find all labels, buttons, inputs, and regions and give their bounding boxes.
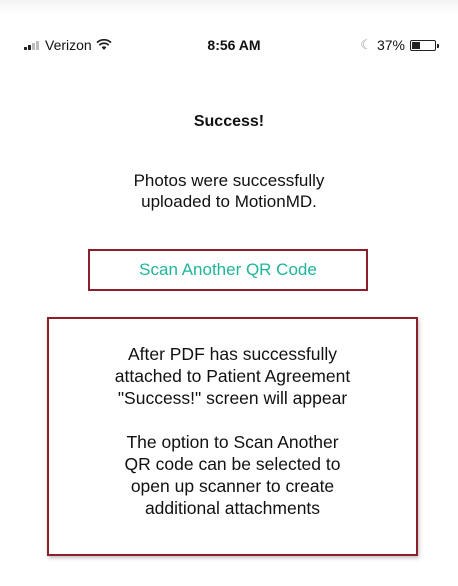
moon-icon: ☾ [360, 37, 372, 52]
annotation-line: additional attachments [144, 498, 321, 518]
success-message: Photos were successfully uploaded to Mot… [0, 170, 458, 212]
battery-fill [412, 41, 420, 49]
battery-cap [437, 43, 439, 48]
success-message-line: Photos were successfully [133, 171, 325, 190]
annotation-line: attached to Patient Agreement [114, 366, 351, 386]
status-right: ☾ 37% [360, 34, 439, 56]
battery-icon [410, 39, 439, 51]
top-edge [0, 0, 458, 14]
annotation-paragraph: After PDF has successfully attached to P… [49, 343, 416, 409]
annotation-line: "Success!" screen will appear [117, 388, 348, 408]
success-message-line: uploaded to MotionMD. [141, 192, 317, 211]
annotation-line: open up scanner to create [130, 476, 335, 496]
annotation-line: The option to Scan Another [126, 432, 339, 452]
scan-another-qr-code-button[interactable]: Scan Another QR Code [88, 249, 368, 291]
battery-percent: 37% [376, 37, 405, 53]
annotation-line: QR code can be selected to [124, 454, 341, 474]
page-title: Success! [193, 113, 265, 130]
annotation-paragraph: The option to Scan Another QR code can b… [49, 431, 416, 519]
status-bar: Verizon 8:56 AM ☾ 37% [0, 34, 458, 56]
annotation-line: After PDF has successfully [127, 344, 338, 364]
annotation-callout: After PDF has successfully attached to P… [47, 317, 418, 556]
